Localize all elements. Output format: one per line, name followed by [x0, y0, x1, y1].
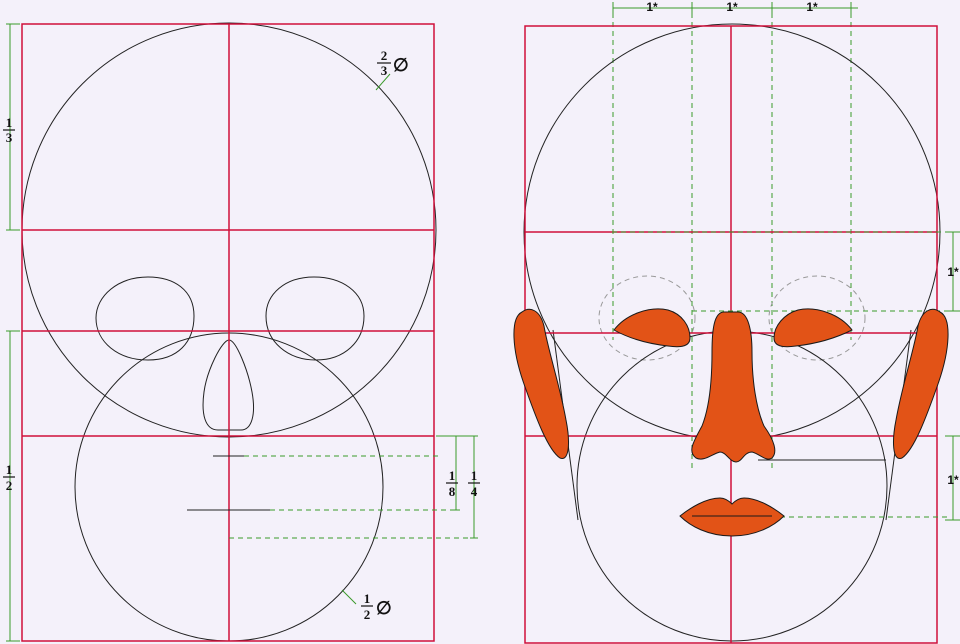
two-thirds-num: 2 — [381, 48, 388, 63]
one-third-num: 1 — [6, 115, 13, 130]
fraction-one-half: 1 2 — [3, 462, 15, 493]
half-diameter-num: 1 — [364, 591, 371, 606]
left-eye — [613, 308, 691, 348]
unit-label-2: 1* — [726, 0, 738, 14]
one-half-num: 1 — [6, 462, 13, 477]
unit-label-1: 1* — [646, 0, 658, 14]
one-eighth-den: 8 — [449, 484, 456, 499]
diameter-symbol-top: ∅ — [393, 55, 409, 75]
lips — [679, 497, 785, 537]
two-thirds-den: 3 — [381, 63, 388, 78]
left-panel — [6, 22, 478, 642]
one-quarter-num: 1 — [471, 468, 478, 483]
one-quarter-den: 4 — [471, 484, 478, 499]
unit-label-5: 1* — [947, 473, 959, 487]
half-diameter-den: 2 — [364, 607, 371, 622]
one-half-den: 2 — [6, 478, 13, 493]
left-eye-socket — [95, 276, 195, 361]
right-eye — [773, 308, 853, 348]
unit-label-3: 1* — [806, 0, 818, 14]
diameter-callout-bottom — [341, 589, 357, 605]
head-proportions-diagram: 2 3 ∅ 1 3 1 2 1 8 1 4 1 2 ∅ 1* 1* 1* 1* … — [3, 0, 960, 644]
one-third-den: 3 — [6, 130, 13, 145]
fraction-one-third: 1 3 — [3, 115, 15, 145]
fraction-half-diameter: 1 2 ∅ — [361, 591, 392, 622]
one-eighth-num: 1 — [449, 468, 456, 483]
fraction-one-quarter: 1 4 — [468, 468, 480, 499]
left-frame — [21, 23, 435, 642]
fraction-two-thirds-diameter: 2 3 ∅ — [377, 48, 409, 78]
right-eye-socket — [265, 276, 365, 361]
unit-label-4: 1* — [947, 265, 959, 279]
diameter-symbol-bottom: ∅ — [376, 598, 392, 618]
